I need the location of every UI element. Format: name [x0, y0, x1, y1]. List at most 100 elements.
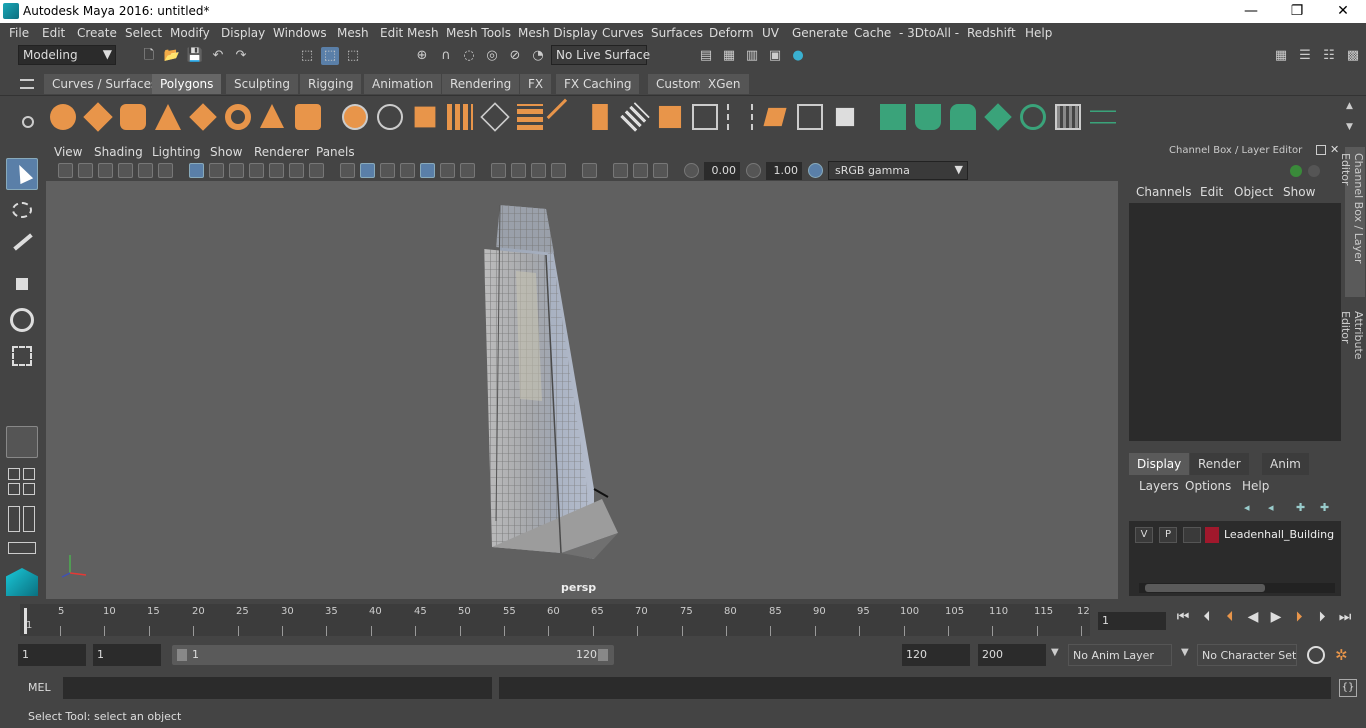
shelf-tab-fx[interactable]: FX [520, 74, 552, 94]
anti-aliasing-icon[interactable] [531, 163, 546, 178]
undo-icon[interactable]: ↶ [209, 47, 227, 65]
shelf-tab-animation[interactable]: Animation [364, 74, 442, 94]
separate-icon[interactable] [377, 104, 403, 130]
select-component-icon[interactable]: ⬚ [344, 47, 362, 65]
layer-color-swatch[interactable] [1205, 527, 1219, 543]
manipulator-icon[interactable] [1290, 165, 1302, 177]
panel-menu-view[interactable]: View [54, 145, 82, 159]
new-layer-selected-icon[interactable]: ✚ [1320, 501, 1329, 514]
speed-icon[interactable] [1308, 165, 1320, 177]
select-object-icon[interactable]: ⬚ [321, 47, 339, 65]
step-forward-key-icon[interactable]: ⏵ [1290, 609, 1308, 625]
rotate-tool-icon[interactable] [6, 304, 38, 336]
channels-menu[interactable]: Channels [1136, 185, 1192, 199]
hypershade-icon[interactable]: ● [789, 47, 807, 65]
menu-mesh-tools[interactable]: Mesh Tools [446, 26, 511, 40]
leadenhall-building-model[interactable] [46, 181, 1118, 599]
select-hierarchy-icon[interactable]: ⬚ [298, 47, 316, 65]
view-transform-dropdown[interactable]: sRGB gamma ▼ [828, 161, 968, 180]
uv-editor-icon[interactable] [1055, 104, 1081, 130]
shelf-tab-rendering[interactable]: Rendering [442, 74, 520, 94]
panel-menu-show[interactable]: Show [210, 145, 242, 159]
options-menu[interactable]: Options [1185, 479, 1231, 493]
combine-icon[interactable] [342, 104, 368, 130]
character-set-dropdown[interactable]: No Character Set [1197, 644, 1297, 666]
poly-sphere-icon[interactable] [50, 104, 76, 130]
time-slider-track[interactable]: 1 5 10 15 20 25 30 35 40 45 50 55 60 65 … [20, 604, 1090, 636]
depth-of-field-icon[interactable] [551, 163, 566, 178]
poly-torus-icon[interactable] [225, 104, 251, 130]
mode-selector[interactable]: Modeling ▼ [18, 45, 116, 65]
menu-display[interactable]: Display [221, 26, 265, 40]
show-menu[interactable]: Show [1283, 185, 1315, 199]
xray-joints-icon[interactable] [613, 163, 628, 178]
field-chart-icon[interactable] [269, 163, 284, 178]
backface-culling-icon[interactable] [653, 163, 668, 178]
tab-anim[interactable]: Anim [1262, 453, 1309, 475]
range-end-handle[interactable] [598, 649, 608, 661]
tab-display[interactable]: Display [1129, 453, 1190, 475]
merge-icon[interactable] [835, 107, 855, 127]
poly-cylinder-icon[interactable] [120, 104, 146, 130]
chevron-down-icon[interactable]: ▼ [1051, 647, 1059, 658]
render-view-icon[interactable]: ▤ [697, 47, 715, 65]
restore-button[interactable]: ❐ [1274, 0, 1320, 23]
gate-mask-icon[interactable] [249, 163, 264, 178]
float-panel-icon[interactable] [1316, 145, 1326, 155]
fill-hole-icon[interactable] [692, 104, 718, 130]
film-gate-icon[interactable] [209, 163, 224, 178]
command-input[interactable] [63, 677, 492, 699]
workspace-icon[interactable]: ▦ [1272, 47, 1290, 65]
paint-select-tool-icon[interactable] [6, 232, 38, 264]
script-editor-icon[interactable]: {} [1339, 679, 1357, 697]
menu-edit-mesh[interactable]: Edit Mesh [380, 26, 439, 40]
range-start-handle[interactable] [177, 649, 187, 661]
scale-tool-icon[interactable] [6, 340, 38, 372]
gamma-field[interactable]: 1.00 [766, 162, 802, 180]
camera-icon[interactable] [58, 163, 73, 178]
range-slider[interactable]: 1 120 [172, 645, 614, 665]
new-scene-icon[interactable]: 🗋 [140, 47, 158, 65]
isolate-select-icon[interactable] [582, 163, 597, 178]
xray-icon[interactable] [400, 163, 415, 178]
shelf-tab-xgen[interactable]: XGen [700, 74, 749, 94]
playback-start-field[interactable]: 1 [93, 644, 161, 666]
four-view-layout-icon[interactable] [8, 468, 20, 480]
screen-space-ao-icon[interactable] [491, 163, 506, 178]
extract-icon[interactable] [414, 106, 436, 128]
timeline-layout-icon[interactable] [8, 542, 36, 554]
target-weld-icon[interactable] [797, 104, 823, 130]
close-panel-icon[interactable]: ✕ [1330, 143, 1339, 156]
graph-editor-layout-icon[interactable] [23, 506, 35, 532]
layer-display-type-toggle[interactable] [1183, 527, 1201, 543]
xray-active-components-icon[interactable] [633, 163, 648, 178]
close-button[interactable]: ✕ [1320, 0, 1366, 23]
minimize-button[interactable]: — [1228, 0, 1274, 23]
menu-windows[interactable]: Windows [273, 26, 327, 40]
safe-action-icon[interactable] [289, 163, 304, 178]
snap-surface-icon[interactable]: ⊘ [506, 47, 524, 65]
poly-pipe-icon[interactable] [295, 104, 321, 130]
live-surface-field[interactable]: No Live Surface [551, 45, 650, 65]
play-backwards-icon[interactable]: ◀ [1244, 609, 1262, 625]
snap-live-icon[interactable]: ◔ [529, 47, 547, 65]
animation-end-field[interactable]: 200 [978, 644, 1046, 666]
snap-view-icon[interactable]: ◎ [483, 47, 501, 65]
insert-edge-loop-icon[interactable] [727, 104, 753, 130]
layer-visibility-toggle[interactable]: V [1135, 527, 1153, 543]
camera-attributes-icon[interactable] [78, 163, 93, 178]
poly-cone-icon[interactable] [155, 104, 181, 130]
gamma-icon[interactable] [746, 163, 761, 178]
go-to-start-icon[interactable]: ⏮ [1174, 609, 1192, 625]
animation-preferences-icon[interactable]: ✲ [1335, 646, 1355, 664]
menu-mesh[interactable]: Mesh [337, 26, 369, 40]
menu-modify[interactable]: Modify [170, 26, 210, 40]
layer-scrollbar[interactable] [1139, 583, 1335, 593]
smooth-shade-icon[interactable] [360, 163, 375, 178]
smooth-icon[interactable] [447, 104, 473, 130]
channel-list[interactable] [1129, 203, 1341, 441]
menu-curves[interactable]: Curves [602, 26, 644, 40]
shelf-tab-sculpting[interactable]: Sculpting [226, 74, 299, 94]
toggle-channel-box-icon[interactable]: ☰ [1296, 47, 1314, 65]
outliner-layout-icon[interactable] [8, 506, 20, 532]
